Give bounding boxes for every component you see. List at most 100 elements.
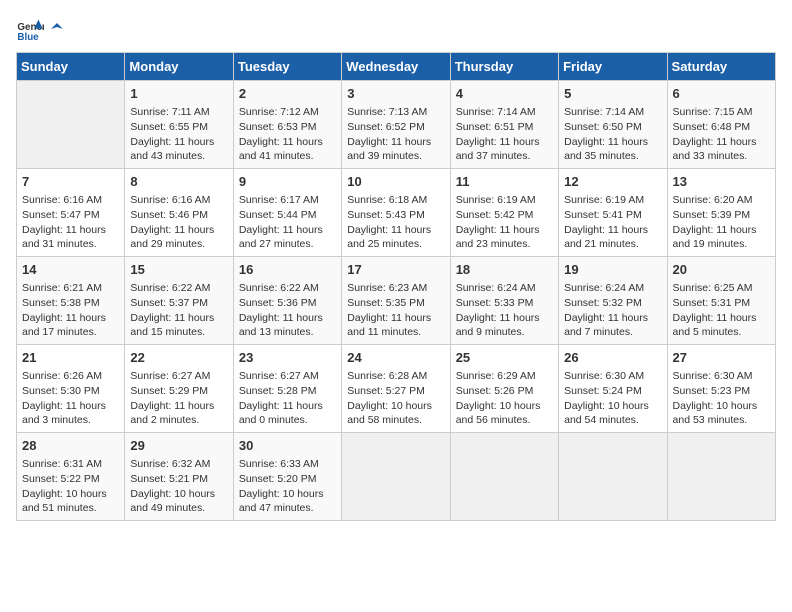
day-info: Sunrise: 6:27 AMSunset: 5:29 PMDaylight:…	[130, 369, 227, 428]
day-info: Sunrise: 7:11 AMSunset: 6:55 PMDaylight:…	[130, 105, 227, 164]
day-number: 27	[673, 349, 770, 367]
calendar-cell: 14 Sunrise: 6:21 AMSunset: 5:38 PMDayligh…	[17, 257, 125, 345]
day-number: 8	[130, 173, 227, 191]
day-number: 12	[564, 173, 661, 191]
day-number: 22	[130, 349, 227, 367]
day-number: 28	[22, 437, 119, 455]
day-info: Sunrise: 6:24 AMSunset: 5:32 PMDaylight:…	[564, 281, 661, 340]
day-number: 16	[239, 261, 336, 279]
calendar-cell: 13 Sunrise: 6:20 AMSunset: 5:39 PMDayligh…	[667, 169, 775, 257]
day-info: Sunrise: 6:26 AMSunset: 5:30 PMDaylight:…	[22, 369, 119, 428]
day-info: Sunrise: 6:24 AMSunset: 5:33 PMDaylight:…	[456, 281, 553, 340]
calendar-week-3: 14 Sunrise: 6:21 AMSunset: 5:38 PMDayligh…	[17, 257, 776, 345]
header-wednesday: Wednesday	[342, 53, 450, 81]
day-number: 29	[130, 437, 227, 455]
day-number: 1	[130, 85, 227, 103]
calendar-cell: 12 Sunrise: 6:19 AMSunset: 5:41 PMDayligh…	[559, 169, 667, 257]
day-number: 4	[456, 85, 553, 103]
day-number: 11	[456, 173, 553, 191]
calendar-table: SundayMondayTuesdayWednesdayThursdayFrid…	[16, 52, 776, 521]
day-info: Sunrise: 6:16 AMSunset: 5:47 PMDaylight:…	[22, 193, 119, 252]
calendar-cell: 2Sunrise: 7:12 AMSunset: 6:53 PMDaylight…	[233, 81, 341, 169]
calendar-week-5: 28 Sunrise: 6:31 AMSunset: 5:22 PMDayligh…	[17, 433, 776, 521]
header-saturday: Saturday	[667, 53, 775, 81]
calendar-cell	[17, 81, 125, 169]
calendar-cell: 15Sunrise: 6:22 AMSunset: 5:37 PMDayligh…	[125, 257, 233, 345]
calendar-cell	[559, 433, 667, 521]
day-info: Sunrise: 6:28 AMSunset: 5:27 PMDaylight:…	[347, 369, 444, 428]
calendar-cell: 22 Sunrise: 6:27 AMSunset: 5:29 PMDayligh…	[125, 345, 233, 433]
day-info: Sunrise: 6:20 AMSunset: 5:39 PMDaylight:…	[673, 193, 770, 252]
day-info: Sunrise: 6:19 AMSunset: 5:41 PMDaylight:…	[564, 193, 661, 252]
day-number: 3	[347, 85, 444, 103]
day-info: Sunrise: 7:13 AMSunset: 6:52 PMDaylight:…	[347, 105, 444, 164]
day-number: 18	[456, 261, 553, 279]
calendar-cell: 9Sunrise: 6:17 AMSunset: 5:44 PMDaylight…	[233, 169, 341, 257]
calendar-cell: 8 Sunrise: 6:16 AMSunset: 5:46 PMDaylight…	[125, 169, 233, 257]
day-number: 23	[239, 349, 336, 367]
calendar-cell: 28 Sunrise: 6:31 AMSunset: 5:22 PMDayligh…	[17, 433, 125, 521]
day-info: Sunrise: 7:14 AMSunset: 6:51 PMDaylight:…	[456, 105, 553, 164]
day-number: 26	[564, 349, 661, 367]
day-info: Sunrise: 6:33 AMSunset: 5:20 PMDaylight:…	[239, 457, 336, 516]
calendar-cell: 29 Sunrise: 6:32 AMSunset: 5:21 PMDayligh…	[125, 433, 233, 521]
day-info: Sunrise: 6:21 AMSunset: 5:38 PMDaylight:…	[22, 281, 119, 340]
calendar-cell: 3 Sunrise: 7:13 AMSunset: 6:52 PMDaylight…	[342, 81, 450, 169]
header-tuesday: Tuesday	[233, 53, 341, 81]
day-info: Sunrise: 6:16 AMSunset: 5:46 PMDaylight:…	[130, 193, 227, 252]
day-info: Sunrise: 6:25 AMSunset: 5:31 PMDaylight:…	[673, 281, 770, 340]
calendar-cell: 25Sunrise: 6:29 AMSunset: 5:26 PMDayligh…	[450, 345, 558, 433]
logo-icon: General Blue	[16, 16, 44, 44]
calendar-week-2: 7 Sunrise: 6:16 AMSunset: 5:47 PMDaylight…	[17, 169, 776, 257]
calendar-cell: 24 Sunrise: 6:28 AMSunset: 5:27 PMDayligh…	[342, 345, 450, 433]
day-info: Sunrise: 6:19 AMSunset: 5:42 PMDaylight:…	[456, 193, 553, 252]
calendar-cell: 27 Sunrise: 6:30 AMSunset: 5:23 PMDayligh…	[667, 345, 775, 433]
day-number: 14	[22, 261, 119, 279]
calendar-cell: 16 Sunrise: 6:22 AMSunset: 5:36 PMDayligh…	[233, 257, 341, 345]
calendar-cell	[450, 433, 558, 521]
day-number: 10	[347, 173, 444, 191]
day-info: Sunrise: 6:30 AMSunset: 5:23 PMDaylight:…	[673, 369, 770, 428]
header-friday: Friday	[559, 53, 667, 81]
svg-text:Blue: Blue	[17, 32, 39, 43]
header-monday: Monday	[125, 53, 233, 81]
calendar-cell: 10 Sunrise: 6:18 AMSunset: 5:43 PMDayligh…	[342, 169, 450, 257]
calendar-cell: 6Sunrise: 7:15 AMSunset: 6:48 PMDaylight…	[667, 81, 775, 169]
page-header: General Blue	[16, 16, 776, 44]
day-info: Sunrise: 6:22 AMSunset: 5:36 PMDaylight:…	[239, 281, 336, 340]
day-info: Sunrise: 6:23 AMSunset: 5:35 PMDaylight:…	[347, 281, 444, 340]
calendar-cell: 19 Sunrise: 6:24 AMSunset: 5:32 PMDayligh…	[559, 257, 667, 345]
day-number: 19	[564, 261, 661, 279]
calendar-week-1: 1 Sunrise: 7:11 AMSunset: 6:55 PMDaylight…	[17, 81, 776, 169]
day-number: 21	[22, 349, 119, 367]
header-thursday: Thursday	[450, 53, 558, 81]
calendar-cell: 5Sunrise: 7:14 AMSunset: 6:50 PMDaylight…	[559, 81, 667, 169]
calendar-cell: 23Sunrise: 6:27 AMSunset: 5:28 PMDayligh…	[233, 345, 341, 433]
day-info: Sunrise: 6:22 AMSunset: 5:37 PMDaylight:…	[130, 281, 227, 340]
day-number: 13	[673, 173, 770, 191]
logo: General Blue	[16, 16, 65, 44]
day-number: 20	[673, 261, 770, 279]
day-number: 2	[239, 85, 336, 103]
day-info: Sunrise: 7:14 AMSunset: 6:50 PMDaylight:…	[564, 105, 661, 164]
day-info: Sunrise: 6:31 AMSunset: 5:22 PMDaylight:…	[22, 457, 119, 516]
day-number: 17	[347, 261, 444, 279]
logo-bird-icon	[49, 21, 65, 37]
day-info: Sunrise: 7:15 AMSunset: 6:48 PMDaylight:…	[673, 105, 770, 164]
day-number: 30	[239, 437, 336, 455]
calendar-header-row: SundayMondayTuesdayWednesdayThursdayFrid…	[17, 53, 776, 81]
calendar-cell: 4 Sunrise: 7:14 AMSunset: 6:51 PMDaylight…	[450, 81, 558, 169]
day-info: Sunrise: 6:32 AMSunset: 5:21 PMDaylight:…	[130, 457, 227, 516]
day-number: 24	[347, 349, 444, 367]
day-number: 25	[456, 349, 553, 367]
day-info: Sunrise: 6:18 AMSunset: 5:43 PMDaylight:…	[347, 193, 444, 252]
calendar-cell: 30 Sunrise: 6:33 AMSunset: 5:20 PMDayligh…	[233, 433, 341, 521]
calendar-cell: 20 Sunrise: 6:25 AMSunset: 5:31 PMDayligh…	[667, 257, 775, 345]
calendar-cell	[667, 433, 775, 521]
day-number: 7	[22, 173, 119, 191]
calendar-cell: 21 Sunrise: 6:26 AMSunset: 5:30 PMDayligh…	[17, 345, 125, 433]
calendar-cell: 26Sunrise: 6:30 AMSunset: 5:24 PMDayligh…	[559, 345, 667, 433]
calendar-week-4: 21 Sunrise: 6:26 AMSunset: 5:30 PMDayligh…	[17, 345, 776, 433]
calendar-cell: 17 Sunrise: 6:23 AMSunset: 5:35 PMDayligh…	[342, 257, 450, 345]
calendar-cell: 1 Sunrise: 7:11 AMSunset: 6:55 PMDaylight…	[125, 81, 233, 169]
